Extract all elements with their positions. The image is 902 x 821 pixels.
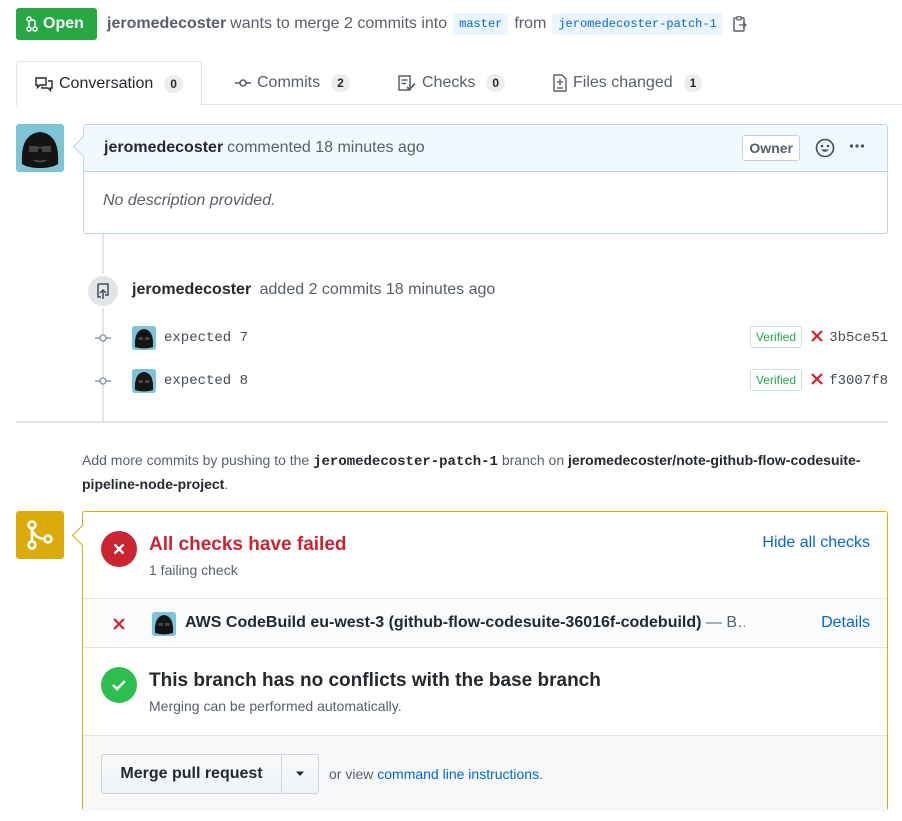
triangle-down-icon	[296, 771, 304, 776]
checks-summary: All checks have failed 1 failing check H…	[83, 512, 887, 598]
merge-method-dropdown[interactable]	[282, 755, 318, 793]
pr-state-badge: Open	[16, 8, 97, 40]
commit-author-avatar[interactable]	[132, 369, 156, 393]
tab-commits-count: 2	[331, 74, 350, 92]
push-hint-branch: jeromedecoster-patch-1	[313, 454, 498, 470]
push-hint-prefix: Add more commits by pushing to the	[82, 452, 310, 468]
comment-discussion-icon	[35, 76, 53, 92]
push-event-text: jeromedecoster added 2 commits 18 minute…	[132, 281, 495, 299]
check-run-title: AWS CodeBuild eu-west-3 (github-flow-cod…	[185, 614, 702, 631]
verified-badge[interactable]: Verified	[749, 369, 802, 391]
tab-conversation[interactable]: Conversation 0	[16, 61, 202, 106]
tab-files-changed[interactable]: Files changed 1	[553, 61, 703, 105]
tab-commits-label: Commits	[257, 74, 321, 91]
git-pull-request-icon	[26, 16, 38, 32]
merge-footer: Merge pull request or view command line …	[83, 735, 887, 811]
pr-tabnav: Conversation 0 Commits 2 Checks 0 Files …	[16, 61, 902, 106]
x-fail-icon[interactable]	[810, 329, 824, 346]
commit-row: expected 8 Verified f3007f8	[92, 369, 888, 393]
push-event-action: added 2 commits 18 minutes ago	[259, 281, 496, 298]
cli-instructions-text: or view command line instructions.	[329, 766, 543, 782]
comment-author-avatar[interactable]	[16, 124, 64, 172]
comment-header: jeromedecoster commented 18 minutes ago …	[84, 125, 887, 172]
merge-status-box: All checks have failed 1 failing check H…	[82, 511, 888, 811]
check-details-link[interactable]: Details	[821, 614, 870, 632]
check-run-name: AWS CodeBuild eu-west-3 (github-flow-cod…	[185, 614, 745, 632]
merge-button-group: Merge pull request	[101, 754, 319, 794]
owner-role-label: Owner	[742, 135, 800, 161]
timeline-divider	[16, 421, 888, 423]
commit-message-link[interactable]: expected 7	[164, 330, 248, 346]
smiley-icon[interactable]	[815, 138, 835, 163]
check-app-avatar	[152, 612, 176, 636]
hide-all-checks-button[interactable]: Hide all checks	[762, 534, 870, 552]
verified-badge[interactable]: Verified	[749, 326, 802, 348]
x-circle-icon	[101, 531, 137, 567]
head-branch-ref[interactable]: jeromedecoster-patch-1	[552, 13, 723, 35]
commit-sha-link[interactable]: f3007f8	[829, 373, 888, 389]
x-fail-icon	[112, 617, 126, 634]
push-hint-suffix: .	[224, 476, 229, 492]
pr-state-label: Open	[43, 15, 84, 32]
git-merge-icon	[16, 511, 64, 559]
merge-pull-request-button[interactable]: Merge pull request	[102, 755, 282, 793]
or-view-text: or view	[329, 766, 374, 782]
commit-author-avatar[interactable]	[132, 326, 156, 350]
pr-meta: jeromedecoster wants to merge 2 commits …	[107, 13, 747, 35]
tab-commits[interactable]: Commits 2	[235, 61, 350, 105]
tab-files-changed-count: 1	[683, 74, 703, 92]
from-text: from	[514, 15, 547, 32]
git-commit-icon	[92, 332, 114, 344]
file-diff-icon	[553, 74, 567, 92]
no-conflicts-subtitle: Merging can be performed automatically.	[149, 698, 402, 714]
clipboard-copy-icon[interactable]	[733, 16, 747, 32]
push-author-link[interactable]: jeromedecoster	[132, 281, 251, 298]
comment-author-link[interactable]: jeromedecoster	[104, 139, 223, 157]
tab-conversation-label: Conversation	[59, 74, 154, 92]
tab-checks[interactable]: Checks 0	[398, 61, 506, 105]
pr-action-text: wants to merge 2 commits into	[230, 15, 448, 32]
git-commit-icon	[92, 375, 114, 387]
check-run-row: AWS CodeBuild eu-west-3 (github-flow-cod…	[83, 598, 887, 648]
command-line-instructions-link[interactable]: command line instructions	[377, 766, 539, 782]
kebab-horizontal-icon[interactable]	[849, 138, 865, 157]
comment-timestamp[interactable]: commented 18 minutes ago	[227, 139, 424, 157]
check-circle-icon	[101, 667, 137, 703]
comment-body: No description provided.	[103, 192, 276, 209]
tab-checks-count: 0	[486, 74, 506, 92]
push-hint: Add more commits by pushing to the jerom…	[82, 449, 892, 495]
commit-sha-link[interactable]: 3b5ce51	[829, 330, 888, 346]
check-run-description: — B…	[705, 614, 745, 631]
tab-conversation-count: 0	[164, 74, 183, 93]
push-hint-middle: branch on	[501, 452, 565, 468]
cli-suffix: .	[539, 766, 543, 782]
pr-description-comment: jeromedecoster commented 18 minutes ago …	[83, 124, 888, 234]
repo-push-icon	[86, 274, 120, 308]
no-conflicts-title: This branch has no conflicts with the ba…	[149, 670, 601, 691]
x-fail-icon[interactable]	[810, 372, 824, 389]
checks-status-title: All checks have failed	[149, 534, 347, 555]
checklist-icon	[398, 75, 416, 91]
git-commit-icon	[235, 79, 251, 87]
tab-files-changed-label: Files changed	[573, 74, 673, 91]
checks-status-subtitle: 1 failing check	[149, 562, 238, 578]
tab-checks-label: Checks	[422, 74, 476, 91]
base-branch-ref[interactable]: master	[453, 13, 509, 35]
commit-row: expected 7 Verified 3b5ce51	[92, 326, 888, 350]
pr-author-link[interactable]: jeromedecoster	[107, 15, 226, 33]
commit-message-link[interactable]: expected 8	[164, 373, 248, 389]
